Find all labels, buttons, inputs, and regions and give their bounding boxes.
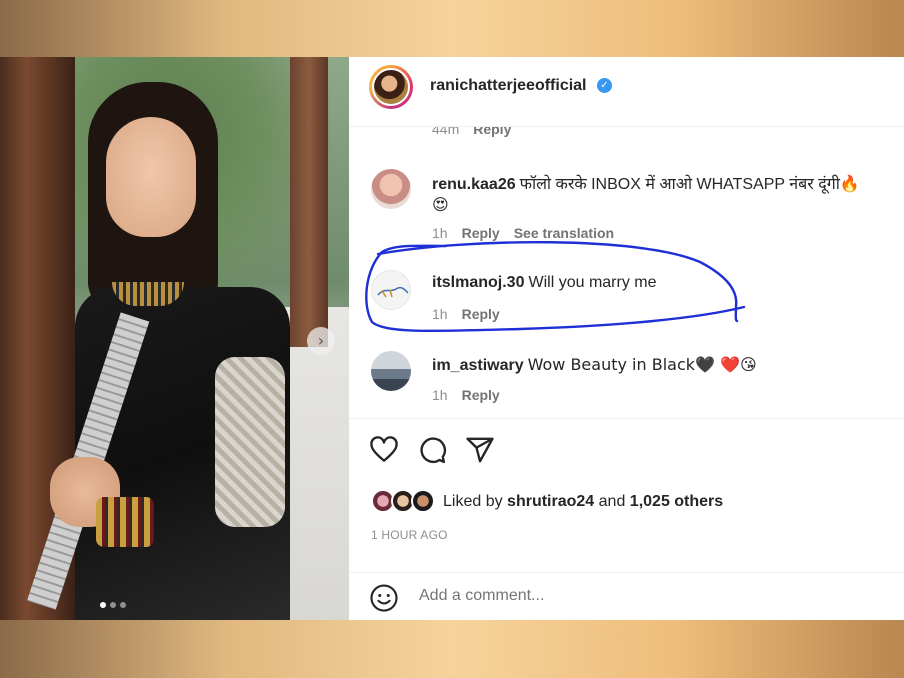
comment-body-line2: 😍 bbox=[432, 195, 449, 214]
like-heart-icon[interactable] bbox=[369, 435, 399, 465]
comment-body: Wow Beauty in Black🖤 ❤️😘 bbox=[527, 355, 757, 374]
liker-avatar bbox=[411, 489, 435, 513]
likes-conjunction: and bbox=[598, 493, 626, 510]
comment-body: फॉलो करके INBOX में आओ WHATSAPP नंबर दूं… bbox=[519, 176, 860, 193]
post-timestamp[interactable]: 1 HOUR AGO bbox=[371, 528, 448, 542]
photo-face bbox=[106, 117, 196, 237]
see-translation-button[interactable]: See translation bbox=[514, 225, 614, 241]
post-actions bbox=[369, 435, 495, 465]
signature-logo-icon bbox=[377, 286, 409, 298]
carousel-dot[interactable] bbox=[110, 602, 116, 608]
reply-button[interactable]: Reply bbox=[462, 225, 500, 241]
commenter-avatar[interactable] bbox=[371, 351, 411, 391]
comment-username[interactable]: im_astiwary bbox=[432, 357, 524, 374]
share-paper-plane-icon[interactable] bbox=[465, 435, 495, 465]
comment-time: 44m bbox=[432, 127, 460, 137]
comment-astiwary: im_astiwary Wow Beauty in Black🖤 ❤️😘 bbox=[432, 355, 757, 375]
verified-badge-icon: ✓ bbox=[597, 78, 612, 93]
background-top-band bbox=[0, 0, 904, 57]
post-details-panel: ranichatterjeeofficial ✓ 44m Reply renu.… bbox=[349, 57, 904, 620]
photo-blouse-sleeve bbox=[215, 357, 285, 527]
carousel-dot[interactable] bbox=[100, 602, 106, 608]
section-divider bbox=[349, 418, 904, 419]
comment-meta-prev: 44m Reply bbox=[432, 127, 511, 137]
comment-body: Will you marry me bbox=[528, 274, 657, 291]
comments-list: 44m Reply renu.kaa26 फॉलो करके INBOX में … bbox=[349, 127, 904, 417]
photo-wooden-pillar-back bbox=[290, 57, 328, 347]
likes-count[interactable]: 1,025 others bbox=[630, 493, 723, 510]
likes-summary: Liked by shrutirao24 and 1,025 others bbox=[371, 489, 723, 515]
comment-time: 1h bbox=[432, 225, 448, 241]
post-photo: › bbox=[0, 57, 349, 620]
comment-renu: renu.kaa26 फॉलो करके INBOX में आओ WHATSAP… bbox=[432, 172, 860, 194]
commenter-avatar[interactable] bbox=[371, 169, 411, 209]
likes-prefix: Liked by bbox=[443, 493, 503, 510]
carousel-dot[interactable] bbox=[120, 602, 126, 608]
liker-avatars[interactable] bbox=[371, 489, 441, 515]
likes-text[interactable]: Liked by shrutirao24 and 1,025 others bbox=[443, 493, 723, 511]
photo-bangles bbox=[96, 497, 154, 547]
comment-time: 1h bbox=[432, 387, 448, 403]
author-avatar[interactable] bbox=[369, 65, 413, 109]
reply-button[interactable]: Reply bbox=[462, 387, 500, 403]
comment-manoj: itslmanoj.30 Will you marry me bbox=[432, 274, 657, 292]
comment-meta-astiwary: 1h Reply bbox=[432, 387, 500, 403]
comment-meta-manoj: 1h Reply bbox=[432, 306, 500, 322]
comment-meta-renu: 1h Reply See translation bbox=[432, 225, 614, 241]
comment-username[interactable]: itslmanoj.30 bbox=[432, 274, 524, 291]
emoji-smile-icon[interactable] bbox=[369, 583, 399, 613]
author-username[interactable]: ranichatterjeeofficial bbox=[430, 77, 587, 95]
liker-username[interactable]: shrutirao24 bbox=[507, 493, 594, 510]
comment-username[interactable]: renu.kaa26 bbox=[432, 176, 516, 193]
carousel-dots bbox=[100, 602, 126, 608]
comment-time: 1h bbox=[432, 306, 448, 322]
background-bottom-band bbox=[0, 620, 904, 678]
reply-button[interactable]: Reply bbox=[462, 306, 500, 322]
post-header: ranichatterjeeofficial ✓ bbox=[349, 57, 904, 127]
carousel-next-button[interactable]: › bbox=[307, 327, 335, 355]
commenter-avatar[interactable] bbox=[371, 270, 411, 310]
add-comment-bar bbox=[349, 572, 904, 620]
reply-button[interactable]: Reply bbox=[473, 127, 511, 137]
comment-input[interactable] bbox=[419, 587, 819, 605]
comment-bubble-icon[interactable] bbox=[417, 435, 447, 465]
